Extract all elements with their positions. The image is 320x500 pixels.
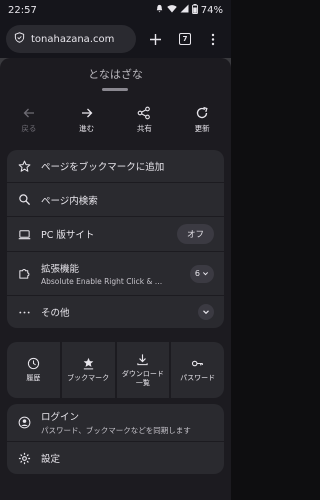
forward-label: 進む — [79, 124, 95, 133]
arrow-left-icon — [23, 108, 34, 118]
download-icon — [137, 354, 149, 366]
browser-toolbar: tonahazana.com 7 — [0, 20, 231, 58]
account-circle-icon — [17, 416, 31, 430]
more-expand-button[interactable] — [198, 304, 214, 320]
reload-label: 更新 — [194, 124, 210, 133]
status-indicators: 74% — [155, 3, 223, 17]
extensions-count-badge[interactable]: 6 — [189, 264, 214, 283]
more-menu-button[interactable] — [201, 27, 225, 51]
browser-menu-sheet: となはざな 戻る 進む 共有 更新 ページをブックマークに追加 ページ内検索 P… — [0, 58, 231, 500]
bookmark-star-icon — [83, 358, 93, 370]
status-time: 22:57 — [8, 4, 37, 16]
account-card: ログイン パスワード、ブックマークなどを同期します 設定 — [7, 404, 224, 474]
drag-handle[interactable] — [102, 88, 128, 91]
page-options-card: ページをブックマークに追加 ページ内検索 PC 版サイト オフ 拡張機能 Abs… — [7, 150, 224, 328]
page-title: となはざな — [88, 68, 143, 81]
arrow-right-icon — [81, 108, 93, 118]
puzzle-icon — [17, 267, 31, 281]
downloads-button[interactable]: ダウンロード 一覧 — [116, 342, 170, 398]
wifi-icon — [167, 4, 177, 16]
history-label: 履歴 — [26, 374, 41, 383]
search-icon — [17, 193, 31, 207]
passwords-label: パスワード — [180, 374, 216, 383]
reload-button[interactable]: 更新 — [173, 106, 231, 142]
more-horiz-icon — [17, 305, 31, 319]
reload-icon — [196, 106, 208, 119]
bookmarks-label: ブックマーク — [67, 374, 110, 383]
share-icon — [138, 106, 151, 120]
chevron-down-icon — [203, 310, 209, 315]
tab-switcher-button[interactable]: 7 — [173, 27, 197, 51]
passwords-button[interactable]: パスワード — [171, 342, 224, 398]
extensions-text: 拡張機能 Absolute Enable Right Click & … — [41, 261, 180, 286]
tab-count: 7 — [179, 33, 191, 45]
find-in-page-label: ページ内検索 — [41, 195, 98, 207]
login-text: ログイン パスワード、ブックマークなどを同期します — [41, 409, 214, 436]
key-icon — [192, 361, 204, 367]
url-text: tonahazana.com — [31, 33, 115, 45]
plus-icon — [149, 33, 161, 45]
share-label: 共有 — [136, 124, 152, 133]
login-item[interactable]: ログイン パスワード、ブックマークなどを同期します — [7, 404, 224, 442]
more-item[interactable]: その他 — [7, 296, 224, 328]
downloads-label: ダウンロード 一覧 — [121, 370, 164, 387]
login-label: ログイン — [41, 412, 80, 423]
clock-icon — [27, 358, 39, 370]
url-bar[interactable]: tonahazana.com — [6, 25, 136, 53]
status-bar: 22:57 74% — [0, 0, 231, 20]
extensions-count: 6 — [194, 269, 200, 278]
extensions-sub: Absolute Enable Right Click & … — [41, 277, 163, 286]
forward-button[interactable]: 進む — [58, 106, 116, 142]
login-sub: パスワード、ブックマークなどを同期します — [41, 426, 191, 435]
back-label: 戻る — [21, 124, 37, 133]
notification-icon — [155, 4, 164, 16]
extensions-label: 拡張機能 — [41, 264, 80, 275]
bookmarks-button[interactable]: ブックマーク — [61, 342, 115, 398]
site-settings-icon[interactable] — [14, 32, 25, 46]
share-button[interactable]: 共有 — [116, 106, 174, 142]
more-label: その他 — [41, 308, 70, 319]
desktop-site-item[interactable]: PC 版サイト オフ — [7, 217, 224, 252]
laptop-icon — [17, 227, 31, 241]
settings-item[interactable]: 設定 — [7, 442, 224, 474]
new-tab-button[interactable] — [143, 27, 167, 51]
settings-label: 設定 — [41, 454, 61, 465]
add-bookmark-label: ページをブックマークに追加 — [41, 162, 165, 173]
kebab-icon — [211, 33, 215, 45]
battery-icon — [191, 3, 198, 17]
quick-actions: 履歴 ブックマーク ダウンロード 一覧 パスワード — [7, 342, 224, 398]
star-outline-icon — [17, 159, 31, 173]
battery-level: 74% — [200, 4, 223, 16]
history-button[interactable]: 履歴 — [7, 342, 60, 398]
desktop-site-label: PC 版サイト — [41, 230, 95, 241]
add-bookmark-item[interactable]: ページをブックマークに追加 — [7, 150, 224, 183]
back-button[interactable]: 戻る — [0, 106, 58, 142]
nav-row: 戻る 進む 共有 更新 — [0, 106, 231, 142]
signal-icon — [180, 4, 189, 16]
extensions-item[interactable]: 拡張機能 Absolute Enable Right Click & … 6 — [7, 252, 224, 296]
desktop-site-toggle[interactable]: オフ — [176, 224, 214, 244]
gear-icon — [17, 451, 31, 465]
find-in-page-item[interactable]: ページ内検索 — [7, 183, 224, 217]
chevron-down-icon — [202, 272, 209, 276]
